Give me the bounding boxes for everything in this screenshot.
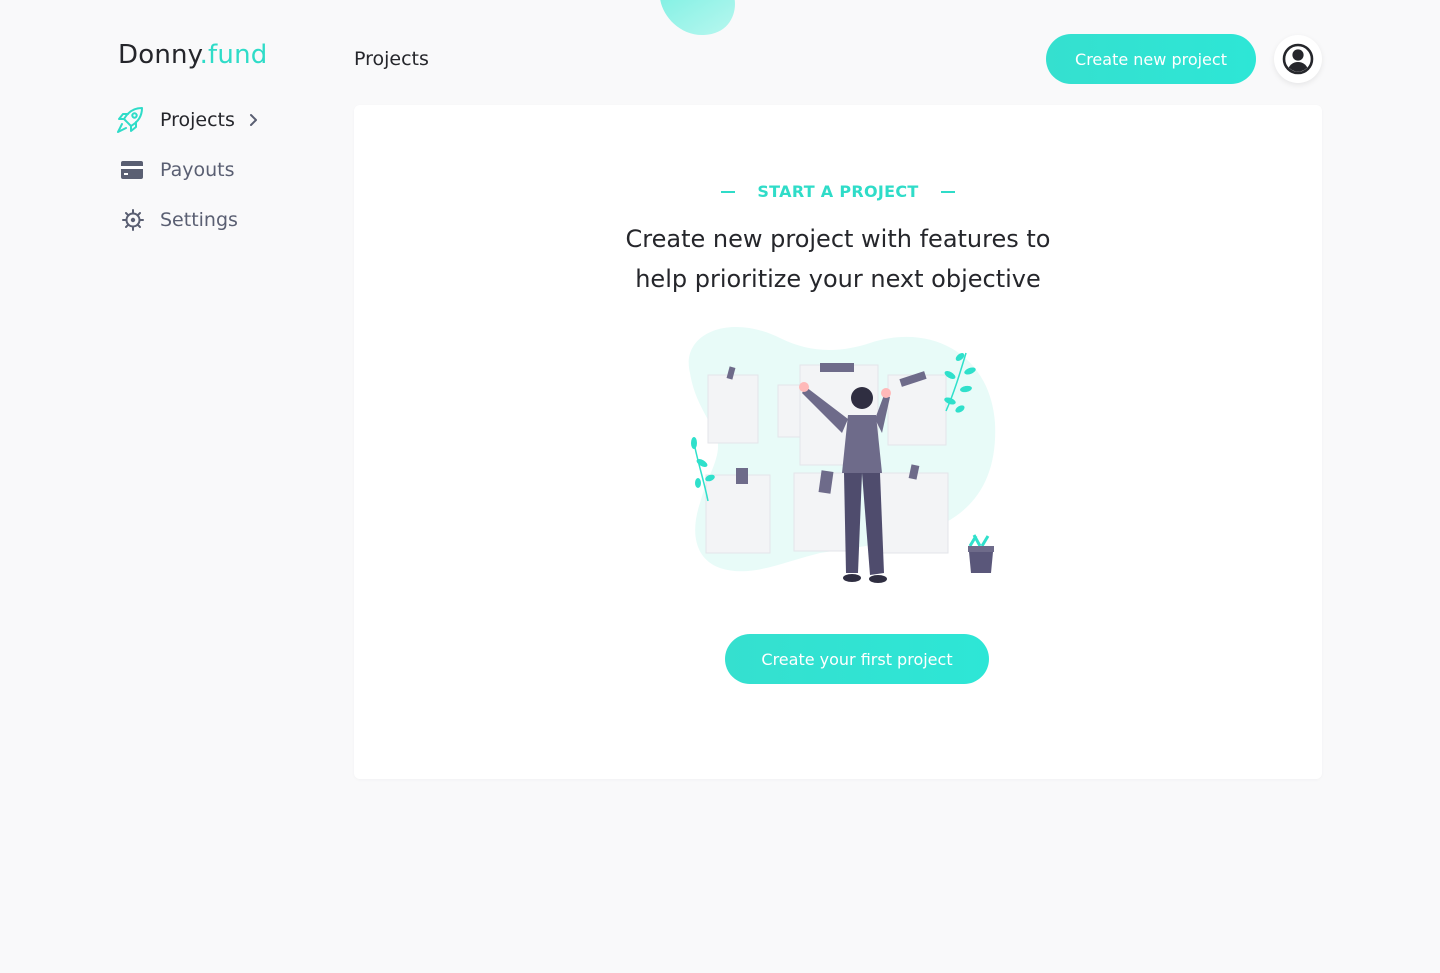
gear-icon xyxy=(116,206,146,234)
sidebar-item-projects[interactable]: Projects xyxy=(116,104,316,136)
decorative-blob xyxy=(660,0,735,36)
sidebar-item-settings[interactable]: Settings xyxy=(116,204,316,236)
heading-line-1: Create new project with features to xyxy=(625,225,1051,253)
create-new-project-button[interactable]: Create new project xyxy=(1046,34,1256,84)
section-eyebrow: START A PROJECT xyxy=(354,182,1322,201)
eyebrow-text: START A PROJECT xyxy=(757,182,919,201)
eyebrow-dash-right xyxy=(940,190,955,193)
empty-state-heading: Create new project with features to help… xyxy=(354,219,1322,299)
sidebar-item-payouts[interactable]: Payouts xyxy=(116,154,316,186)
eyebrow-dash-left xyxy=(721,190,736,193)
heading-line-2: help prioritize your next objective xyxy=(635,265,1041,293)
logo-accent-text: .fund xyxy=(199,40,268,70)
sidebar-item-label: Projects xyxy=(160,109,235,131)
chevron-right-icon xyxy=(249,113,259,127)
sidebar-item-label: Payouts xyxy=(160,159,235,181)
page-title: Projects xyxy=(354,48,429,70)
sidebar-nav: Projects Payouts Settings xyxy=(116,104,316,254)
user-avatar-button[interactable] xyxy=(1274,35,1322,83)
empty-state-card: START A PROJECT Create new project with … xyxy=(354,105,1322,779)
sidebar-item-label: Settings xyxy=(160,209,238,231)
rocket-icon xyxy=(116,106,146,134)
man-arranging-notes-illustration xyxy=(688,326,996,583)
credit-card-icon xyxy=(116,156,146,184)
app-logo[interactable]: Donny.fund xyxy=(118,40,267,70)
create-first-project-button[interactable]: Create your first project xyxy=(725,634,989,684)
user-avatar-icon xyxy=(1282,43,1314,75)
logo-text: Donny xyxy=(118,40,200,70)
